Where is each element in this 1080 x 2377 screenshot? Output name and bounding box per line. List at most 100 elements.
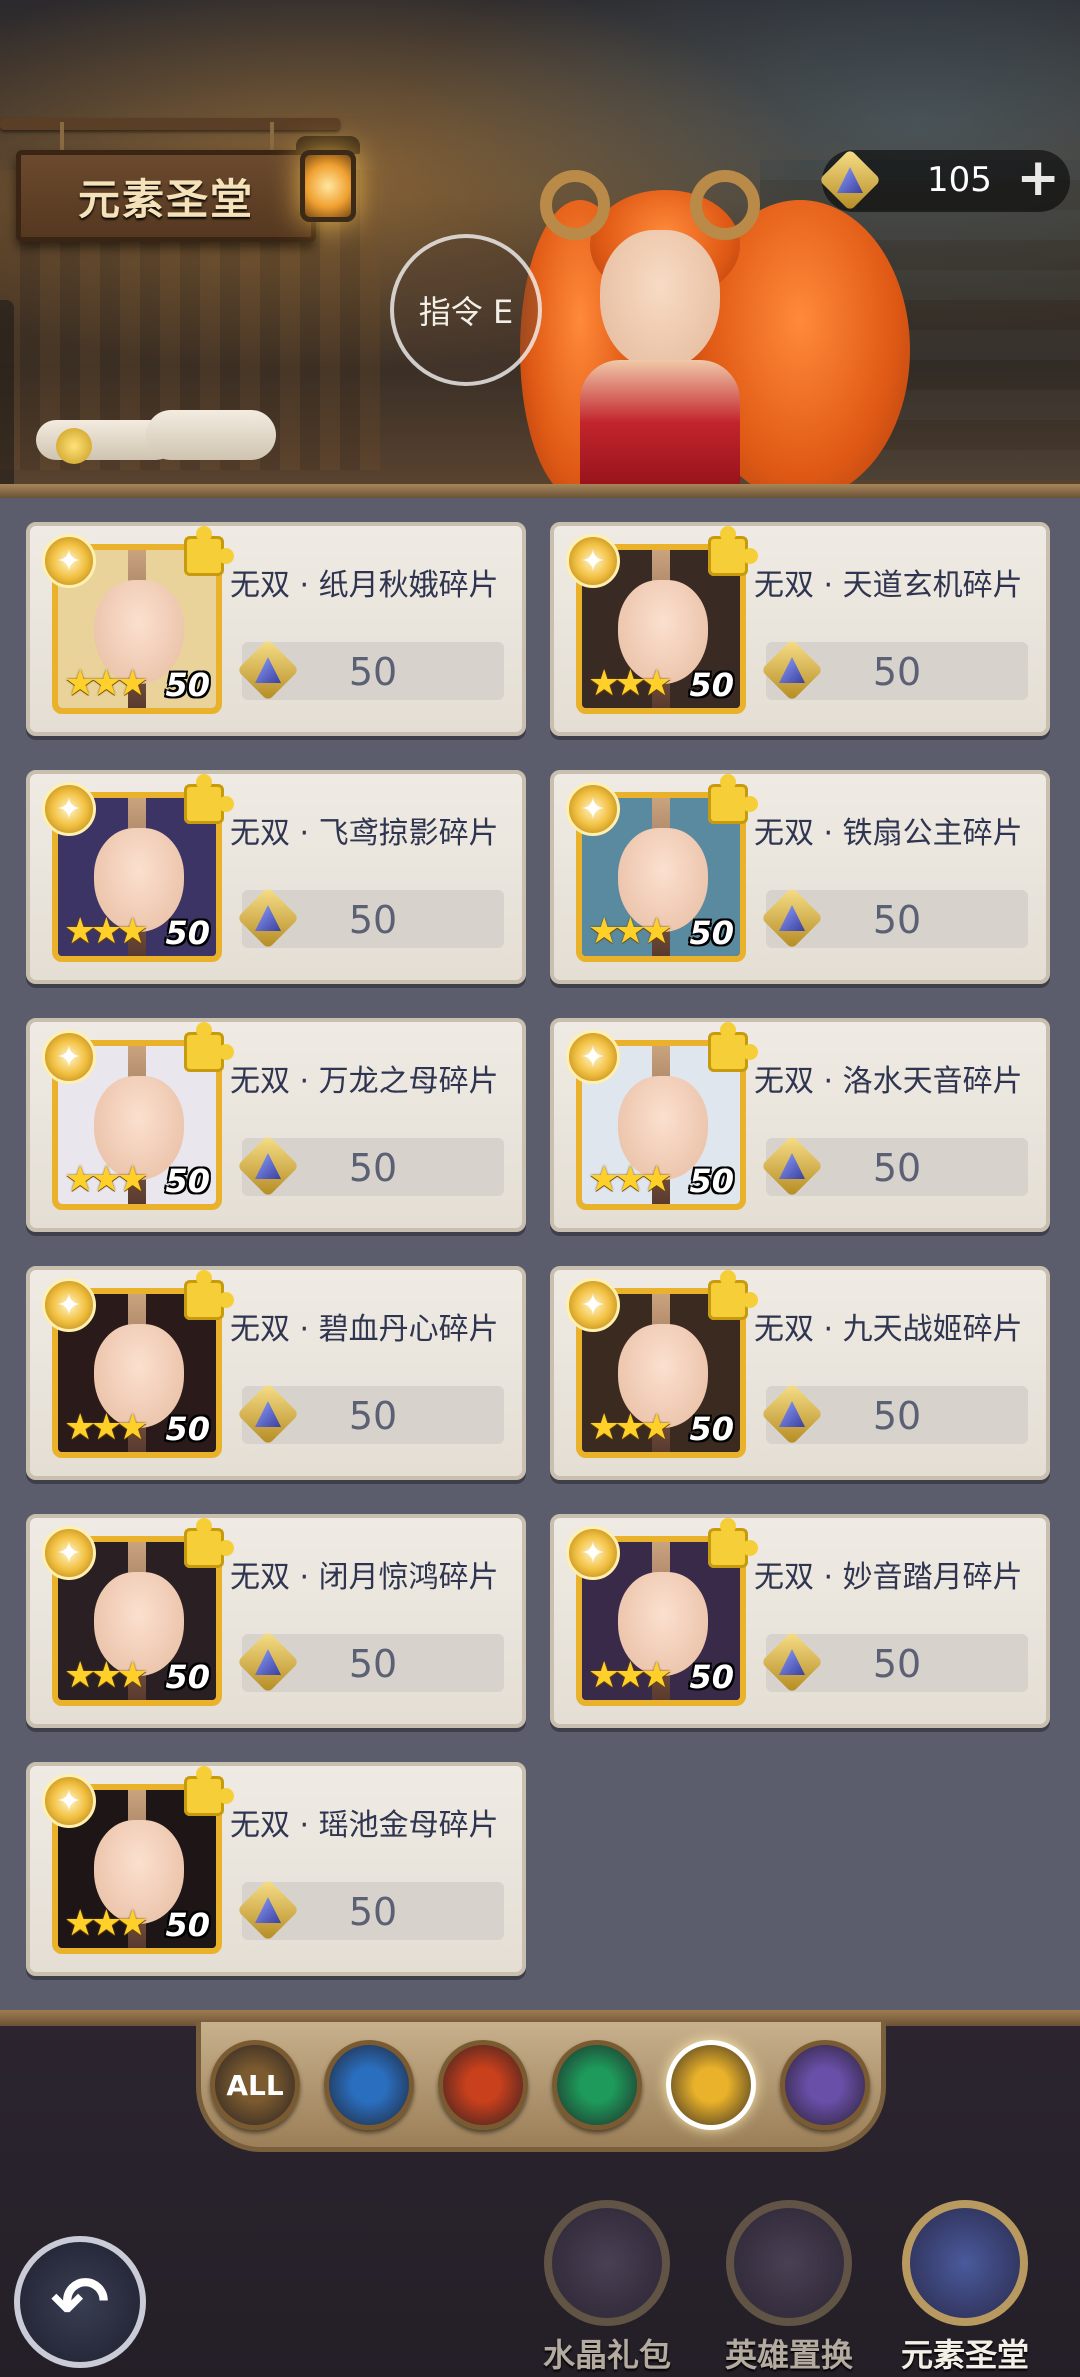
crystal-gem-icon	[236, 1134, 300, 1198]
sign-rod	[0, 118, 340, 130]
crystal-gem-icon	[760, 1382, 824, 1446]
add-currency-button[interactable]: +	[1016, 148, 1060, 208]
shop-item-card[interactable]: ★★★ 50 ✦ 无双 · 九天战姬碎片 50	[550, 1266, 1050, 1480]
command-label: 指令 E	[418, 293, 514, 331]
hero-level: 50	[689, 1162, 734, 1200]
hero-level: 50	[165, 1658, 210, 1696]
item-name: 无双 · 飞鸢掠影碎片	[230, 816, 499, 851]
nav-item[interactable]: 水晶礼包	[522, 2190, 692, 2377]
light-element-icon: ✦	[42, 782, 96, 836]
fragment-puzzle-icon	[184, 1518, 234, 1568]
hero-level: 50	[689, 914, 734, 952]
shop-item-card[interactable]: ★★★ 50 ✦ 无双 · 洛水天音碎片 50	[550, 1018, 1050, 1232]
crystal-gem-icon	[760, 638, 824, 702]
nav-item[interactable]: 英雄置换	[704, 2190, 874, 2377]
crystal-gem-icon	[760, 886, 824, 950]
nav-emblem-icon	[544, 2200, 670, 2326]
hero-level: 50	[689, 1658, 734, 1696]
scrolls-decoration	[36, 400, 316, 480]
water-element-filter-button[interactable]	[324, 2040, 414, 2130]
shop-item-card[interactable]: ★★★ 50 ✦ 无双 · 闭月惊鸿碎片 50	[26, 1514, 526, 1728]
hero-level: 50	[689, 1410, 734, 1448]
shop-item-card[interactable]: ★★★ 50 ✦ 无双 · 天道玄机碎片 50	[550, 522, 1050, 736]
hero-level: 50	[165, 1162, 210, 1200]
fragment-puzzle-icon	[708, 1022, 758, 1072]
all-icon: ALL	[226, 2068, 284, 2102]
shop-item-card[interactable]: ★★★ 50 ✦ 无双 · 铁扇公主碎片 50	[550, 770, 1050, 984]
star-rating: ★★★	[588, 1655, 673, 1696]
hero-level: 50	[165, 1906, 210, 1944]
light-element-icon: ✦	[566, 1030, 620, 1084]
hero-level: 50	[165, 1410, 210, 1448]
item-name: 无双 · 万龙之母碎片	[230, 1064, 499, 1099]
fragment-puzzle-icon	[184, 1766, 234, 1816]
star-rating: ★★★	[64, 1655, 149, 1696]
shop-item-card[interactable]: ★★★ 50 ✦ 无双 · 妙音踏月碎片 50	[550, 1514, 1050, 1728]
light-element-icon: ✦	[566, 1526, 620, 1580]
back-button[interactable]: ↶	[14, 2236, 146, 2368]
dark-element-filter-button[interactable]	[780, 2040, 870, 2130]
star-rating: ★★★	[64, 1159, 149, 1200]
crystal-gem-icon	[236, 1630, 300, 1694]
nav-item[interactable]: 元素圣堂	[880, 2190, 1050, 2377]
fragment-puzzle-icon	[184, 774, 234, 824]
lantern-icon	[292, 130, 364, 240]
page-title-sign: 元素圣堂	[16, 150, 316, 242]
nav-item-label: 英雄置换	[724, 2336, 853, 2374]
fragment-puzzle-icon	[708, 774, 758, 824]
item-name: 无双 · 洛水天音碎片	[754, 1064, 1023, 1099]
hero-level: 50	[689, 666, 734, 704]
nav-emblem-icon	[726, 2200, 852, 2326]
item-name: 无双 · 九天战姬碎片	[754, 1312, 1023, 1347]
light-element-icon: ✦	[566, 782, 620, 836]
fragment-puzzle-icon	[708, 526, 758, 576]
shop-item-card[interactable]: ★★★ 50 ✦ 无双 · 万龙之母碎片 50	[26, 1018, 526, 1232]
hero-level: 50	[165, 666, 210, 704]
shop-item-card[interactable]: ★★★ 50 ✦ 无双 · 纸月秋娥碎片 50	[26, 522, 526, 736]
star-rating: ★★★	[64, 911, 149, 952]
item-name: 无双 · 碧血丹心碎片	[230, 1312, 499, 1347]
star-rating: ★★★	[588, 1407, 673, 1448]
star-rating: ★★★	[64, 663, 149, 704]
crystal-gem-icon	[236, 1382, 300, 1446]
light-element-icon: ✦	[566, 1278, 620, 1332]
currency-value: 105	[927, 160, 992, 200]
item-name: 无双 · 天道玄机碎片	[754, 568, 1023, 603]
item-name: 无双 · 铁扇公主碎片	[754, 816, 1023, 851]
star-rating: ★★★	[588, 911, 673, 952]
light-element-icon: ✦	[42, 534, 96, 588]
star-rating: ★★★	[64, 1903, 149, 1944]
crystal-gem-icon	[760, 1134, 824, 1198]
fragment-puzzle-icon	[184, 526, 234, 576]
item-name: 无双 · 纸月秋娥碎片	[230, 568, 499, 603]
light-element-icon: ✦	[566, 534, 620, 588]
fragment-puzzle-icon	[184, 1022, 234, 1072]
shop-item-card[interactable]: ★★★ 50 ✦ 无双 · 碧血丹心碎片 50	[26, 1266, 526, 1480]
star-rating: ★★★	[64, 1407, 149, 1448]
light-element-icon: ✦	[42, 1030, 96, 1084]
page-title: 元素圣堂	[77, 174, 254, 224]
star-rating: ★★★	[588, 1159, 673, 1200]
header-banner: 元素圣堂 指令 E 105 +	[0, 0, 1080, 490]
crystal-gem-icon	[236, 638, 300, 702]
crystal-gem-icon	[236, 1878, 300, 1942]
fire-element-filter-button[interactable]	[438, 2040, 528, 2130]
wind-element-filter-button[interactable]	[552, 2040, 642, 2130]
currency-counter: 105 +	[818, 148, 1070, 212]
crystal-gem-icon	[236, 886, 300, 950]
light-element-filter-button[interactable]	[666, 2040, 756, 2130]
shop-item-card[interactable]: ★★★ 50 ✦ 无双 · 瑶池金母碎片 50	[26, 1762, 526, 1976]
hero-level: 50	[165, 914, 210, 952]
shop-item-card[interactable]: ★★★ 50 ✦ 无双 · 飞鸢掠影碎片 50	[26, 770, 526, 984]
back-arrow-icon: ↶	[50, 2261, 110, 2343]
light-element-icon: ✦	[42, 1278, 96, 1332]
fragment-puzzle-icon	[708, 1518, 758, 1568]
item-name: 无双 · 妙音踏月碎片	[754, 1560, 1023, 1595]
all-filter-button[interactable]: ALL	[210, 2040, 300, 2130]
nav-item-label: 水晶礼包	[542, 2336, 671, 2374]
crystal-gem-icon	[760, 1630, 824, 1694]
command-button[interactable]: 指令 E	[390, 234, 542, 386]
nav-emblem-icon	[902, 2200, 1028, 2326]
fragment-puzzle-icon	[184, 1270, 234, 1320]
nav-item-label: 元素圣堂	[900, 2336, 1029, 2374]
